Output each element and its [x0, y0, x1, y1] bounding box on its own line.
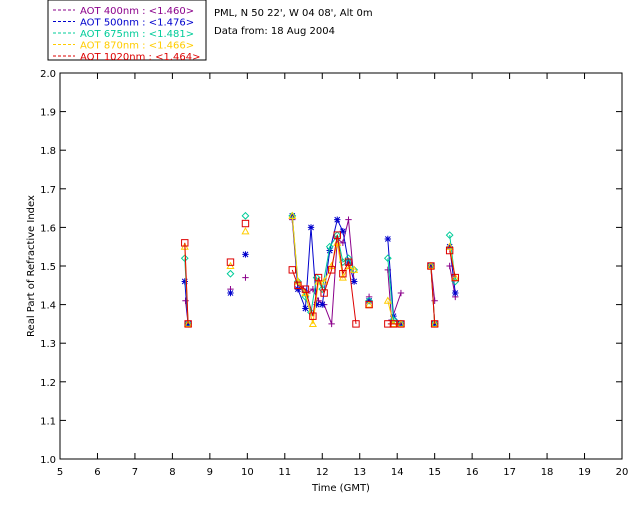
x-tick-label: 20 [616, 467, 629, 478]
y-tick-label: 1.2 [40, 378, 56, 389]
series [181, 219, 459, 328]
legend-entry: AOT 500nm : <1.476> [80, 18, 194, 29]
data-point-square [288, 266, 296, 274]
series-layer [180, 211, 460, 328]
x-tick-label: 16 [466, 467, 479, 478]
y-tick-label: 1.5 [40, 262, 56, 273]
y-tick-label: 1.1 [40, 416, 56, 427]
series [182, 216, 459, 328]
data-point-plus [345, 216, 352, 223]
x-tick-label: 9 [207, 467, 213, 478]
data-point-plus [182, 297, 189, 304]
x-tick-label: 19 [578, 467, 591, 478]
legend-entry: AOT 870nm : <1.466> [80, 41, 194, 52]
data-point-square [241, 219, 250, 228]
series [180, 211, 460, 328]
data-point-diamond [226, 269, 235, 278]
y-tick-label: 1.9 [40, 108, 56, 119]
x-tick-label: 13 [353, 467, 366, 478]
data-point-star [319, 301, 326, 308]
x-tick-label: 10 [241, 467, 254, 478]
x-axis-title: Time (GMT) [311, 483, 370, 494]
y-tick-label: 1.0 [40, 455, 56, 466]
legend-entry: AOT 1020nm : <1.464> [80, 52, 200, 63]
x-tick-label: 18 [541, 467, 554, 478]
data-point-plus [431, 297, 438, 304]
site-label: PML, N 50 22', W 04 08', Alt 0m [214, 8, 373, 19]
data-point-star [307, 224, 315, 231]
x-tick-label: 11 [278, 467, 291, 478]
y-axis-title: Real Part of Refractive Index [26, 195, 37, 337]
legend-entry: AOT 400nm : <1.460> [80, 6, 194, 17]
data-point-star [242, 251, 249, 258]
x-tick-label: 6 [94, 467, 100, 478]
x-tick-label: 14 [391, 467, 404, 478]
series-line [291, 219, 355, 325]
data-point-plus [328, 320, 335, 328]
x-tick-label: 5 [57, 467, 63, 478]
data-point-star [452, 289, 459, 297]
data-point-star [227, 289, 234, 297]
data-point-plus [242, 274, 249, 281]
data-point-plus [397, 289, 405, 297]
data-point-triangle [241, 227, 250, 235]
x-tick-label: 17 [503, 467, 516, 478]
x-tick-label: 15 [428, 467, 441, 478]
y-tick-label: 2.0 [40, 69, 56, 80]
x-tick-label: 12 [316, 467, 329, 478]
data-point-star [384, 235, 392, 243]
y-tick-label: 1.7 [40, 185, 56, 196]
x-tick-label: 7 [132, 467, 138, 478]
series [181, 212, 459, 328]
data-point-star [181, 278, 188, 285]
data-point-star [334, 216, 341, 223]
data-point-star [350, 278, 358, 285]
series [180, 211, 460, 327]
y-tick-label: 1.8 [40, 146, 56, 157]
y-tick-label: 1.3 [40, 339, 56, 350]
refractive-index-chart: AOT 400nm : <1.460>AOT 500nm : <1.476>AO… [26, 0, 629, 494]
y-tick-label: 1.6 [40, 223, 56, 234]
data-point-star [302, 305, 309, 312]
legend: AOT 400nm : <1.460>AOT 500nm : <1.476>AO… [47, 0, 207, 63]
x-tick-label: 8 [169, 467, 175, 478]
legend-entry: AOT 675nm : <1.481> [80, 29, 194, 40]
date-label: Data from: 18 Aug 2004 [214, 26, 335, 37]
y-tick-label: 1.4 [40, 301, 56, 312]
data-point-diamond [241, 211, 250, 220]
